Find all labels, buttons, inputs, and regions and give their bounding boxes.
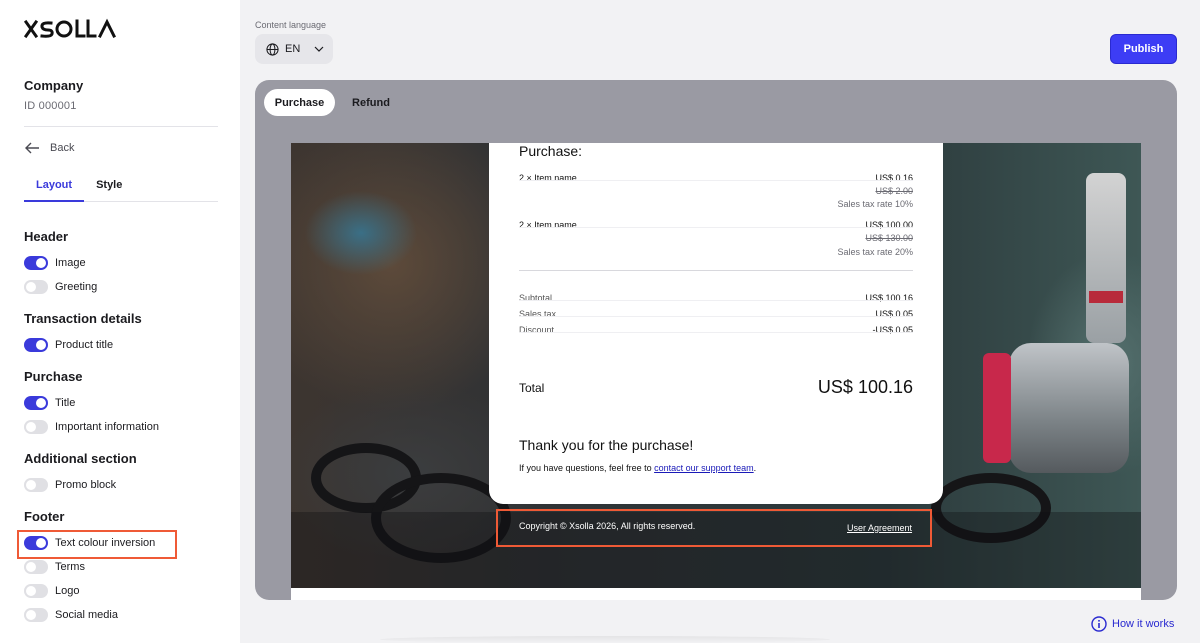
robot-decoration <box>1009 343 1129 473</box>
image-toggle[interactable] <box>24 256 48 270</box>
toggle-row-greeting[interactable]: Greeting <box>24 280 97 294</box>
tab-refund[interactable]: Refund <box>343 89 399 116</box>
toggle-label: Logo <box>55 585 80 597</box>
company-id: ID 000001 <box>24 100 77 112</box>
item-old-price: US$ 130.00 <box>865 233 913 243</box>
section-title-footer: Footer <box>24 509 65 524</box>
total-label: Total <box>519 381 545 395</box>
section-title-additional: Additional section <box>24 451 137 466</box>
toggle-label: Image <box>55 257 86 269</box>
section-title-purchase: Purchase <box>24 369 83 384</box>
xsolla-logo-icon <box>23 18 117 39</box>
toggle-label: Greeting <box>55 281 98 293</box>
email-preview-panel: Purchase Refund Purchase: 2 × Item name … <box>255 80 1177 600</box>
back-label: Back <box>50 142 75 154</box>
product-title-toggle[interactable] <box>24 338 48 352</box>
support-message: If you have questions, feel free to cont… <box>519 463 756 473</box>
divider <box>519 300 913 301</box>
support-message-suffix: . <box>753 463 757 473</box>
toggle-row-logo[interactable]: Logo <box>24 584 79 598</box>
divider <box>519 227 913 228</box>
sales-tax-label: Sales tax <box>519 309 557 319</box>
language-value: EN <box>285 43 301 55</box>
logo-toggle[interactable] <box>24 584 48 598</box>
tab-purchase[interactable]: Purchase <box>264 89 335 116</box>
item-price: US$ 100.00 <box>865 220 913 230</box>
globe-icon <box>266 42 279 56</box>
divider <box>519 180 913 181</box>
section-title-transaction: Transaction details <box>24 311 142 326</box>
divider <box>519 332 913 333</box>
total-value: US$ 100.16 <box>817 377 913 397</box>
receipt-card: Purchase: 2 × Item name US$ 0.16 US$ 2.0… <box>489 143 943 504</box>
toggle-label: Promo block <box>55 479 117 491</box>
important-information-toggle[interactable] <box>24 420 48 434</box>
toggle-label: Social media <box>55 609 118 621</box>
item-name: 2 × Item name <box>519 220 577 230</box>
item-tax-rate: Sales tax rate 20% <box>837 247 913 257</box>
robot-decoration <box>1089 291 1123 303</box>
toggle-row-terms[interactable]: Terms <box>24 560 85 574</box>
greeting-toggle[interactable] <box>24 280 48 294</box>
toggle-row-important-info[interactable]: Important information <box>24 420 159 434</box>
preview-bottom-strip <box>291 588 1141 600</box>
robot-decoration <box>1086 173 1126 343</box>
sales-tax-value: US$ 0.05 <box>875 309 913 319</box>
toggle-row-promo-block[interactable]: Promo block <box>24 478 116 492</box>
toggle-label: Title <box>55 397 76 409</box>
toggle-row-image[interactable]: Image <box>24 256 86 270</box>
how-it-works-link[interactable]: How it works <box>1091 616 1174 632</box>
back-button[interactable]: Back <box>24 142 74 154</box>
publish-button[interactable]: Publish <box>1110 34 1177 64</box>
chevron-down-icon <box>314 46 324 52</box>
subtotal-value: US$ 100.16 <box>865 293 913 303</box>
divider <box>519 270 913 271</box>
content-language-label: Content language <box>255 20 327 30</box>
arrow-left-icon <box>25 142 39 154</box>
toggle-label: Terms <box>55 561 85 573</box>
promo-block-toggle[interactable] <box>24 478 48 492</box>
toggle-label: Product title <box>55 339 114 351</box>
support-link[interactable]: contact our support team <box>654 463 754 473</box>
toggle-row-title[interactable]: Title <box>24 396 75 410</box>
section-title-header: Header <box>24 229 69 244</box>
receipt-title: Purchase: <box>519 143 583 159</box>
tab-layout[interactable]: Layout <box>24 170 85 202</box>
how-it-works-label: How it works <box>1112 618 1175 630</box>
tab-style[interactable]: Style <box>84 170 134 202</box>
highlight-box-text-colour-inversion <box>17 530 177 559</box>
scroll-shadow <box>380 636 830 643</box>
item-name: 2 × Item name <box>519 173 577 183</box>
language-select[interactable]: EN <box>255 34 333 64</box>
item-tax-rate: Sales tax rate 10% <box>837 199 913 209</box>
xsolla-logo[interactable] <box>23 18 117 45</box>
discount-label: Discount <box>519 325 555 335</box>
toggle-row-social-media[interactable]: Social media <box>24 608 118 622</box>
toggle-row-product-title[interactable]: Product title <box>24 338 113 352</box>
info-icon <box>1091 616 1107 632</box>
support-message-prefix: If you have questions, feel free to <box>519 463 655 473</box>
title-toggle[interactable] <box>24 396 48 410</box>
toggle-label: Important information <box>55 421 159 433</box>
sidebar: Company ID 000001 Back Layout Style Head… <box>0 0 240 643</box>
company-name: Company <box>24 78 84 93</box>
divider <box>24 126 218 127</box>
thank-you-heading: Thank you for the purchase! <box>519 437 694 453</box>
item-price: US$ 0.16 <box>875 173 913 183</box>
terms-toggle[interactable] <box>24 560 48 574</box>
subtotal-label: Subtotal <box>519 293 553 303</box>
item-old-price: US$ 2.00 <box>875 186 913 196</box>
divider <box>519 316 913 317</box>
robot-decoration <box>983 353 1011 463</box>
social-media-toggle[interactable] <box>24 608 48 622</box>
highlight-box-footer <box>496 509 932 547</box>
layout-style-tabs: Layout Style <box>24 170 218 202</box>
discount-value: -US$ 0.05 <box>872 325 913 335</box>
